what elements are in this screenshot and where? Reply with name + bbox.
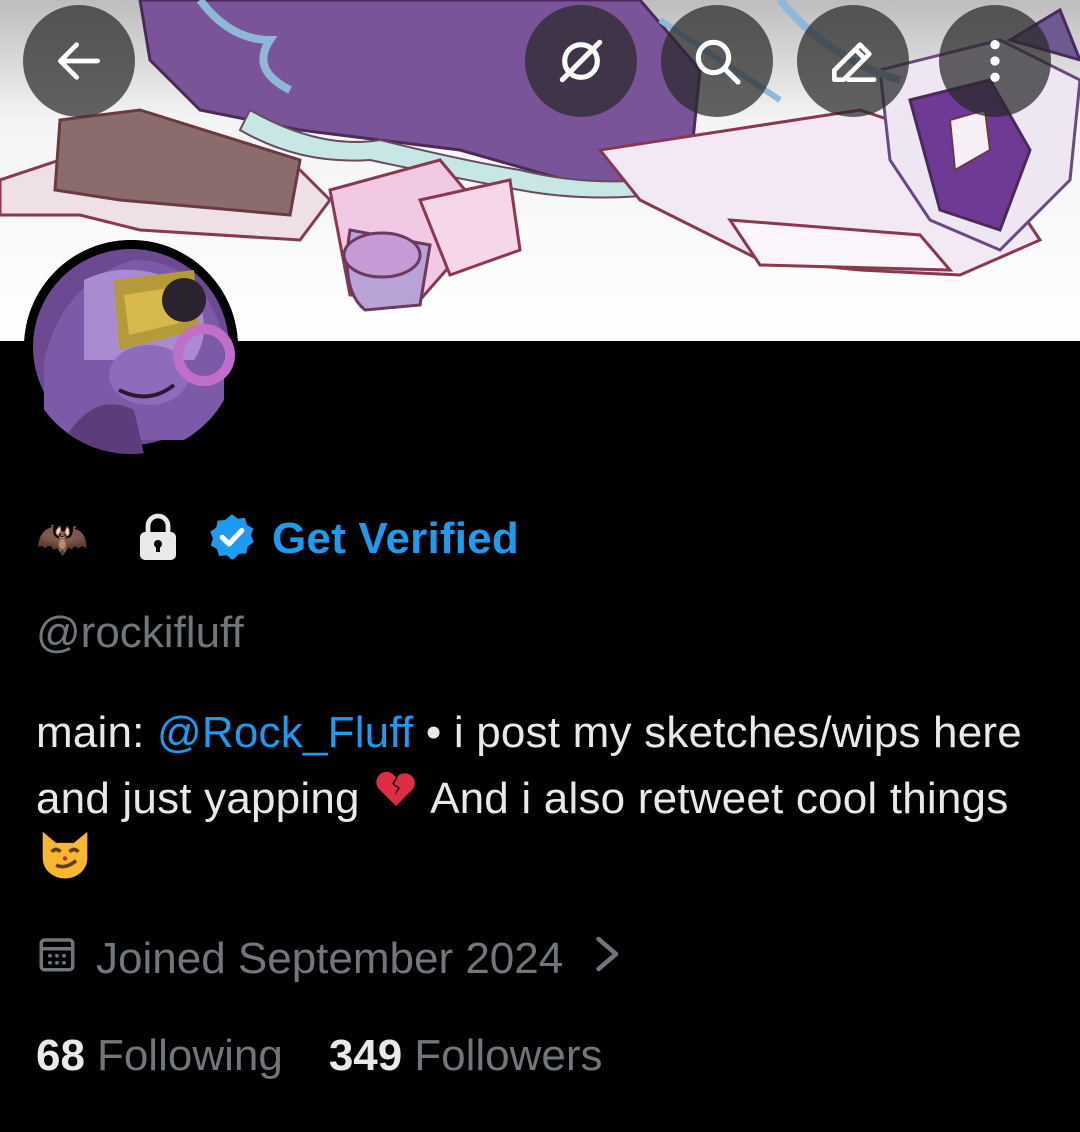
- profile-name-row: 🦇 Get Verified: [36, 508, 519, 570]
- edit-profile-button[interactable]: [797, 5, 909, 117]
- following-count: 68: [36, 1031, 85, 1080]
- smirking-cat-emoji: [36, 827, 94, 900]
- grok-icon: [559, 39, 603, 83]
- chevron-right-icon: [591, 934, 621, 985]
- verified-badge-icon[interactable]: [206, 511, 258, 568]
- grok-button[interactable]: [525, 5, 637, 117]
- followers-count: 349: [328, 1031, 403, 1080]
- followers-label: Followers: [414, 1031, 603, 1080]
- calendar-icon: [36, 933, 78, 986]
- joined-date-row[interactable]: Joined September 2024: [36, 928, 621, 990]
- following-link[interactable]: 68 Following: [36, 1031, 283, 1081]
- lock-icon: [136, 512, 180, 567]
- profile-handle: @rockifluff: [36, 608, 244, 657]
- profile-bio: main: @Rock_Fluff • i post my sketches/w…: [36, 700, 1046, 900]
- avatar[interactable]: [24, 240, 238, 454]
- arrow-left-icon: [58, 42, 100, 80]
- bio-prefix: main:: [36, 708, 158, 757]
- more-options-button[interactable]: [939, 5, 1051, 117]
- search-icon: [695, 39, 741, 85]
- get-verified-link[interactable]: Get Verified: [272, 514, 519, 564]
- bio-text-2: And i also retweet cool things: [420, 774, 1009, 823]
- joined-label: Joined September 2024: [96, 934, 564, 983]
- followers-link[interactable]: 349 Followers: [329, 1031, 603, 1081]
- more-vertical-icon: [990, 40, 1000, 82]
- edit-pencil-icon: [832, 42, 877, 82]
- bat-emoji: 🦇: [36, 514, 89, 563]
- back-button[interactable]: [23, 5, 135, 117]
- bio-mention-link[interactable]: @Rock_Fluff: [157, 708, 413, 757]
- follow-stats: 68 Following 349 Followers: [36, 1025, 603, 1087]
- broken-heart-emoji: [372, 764, 420, 831]
- following-label: Following: [96, 1031, 283, 1080]
- search-button[interactable]: [661, 5, 773, 117]
